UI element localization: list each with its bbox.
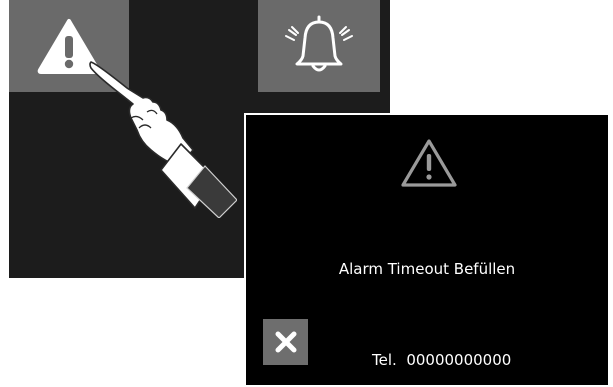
pointing-hand-icon — [89, 61, 237, 218]
ringing-bell-icon — [285, 15, 353, 72]
close-button[interactable] — [263, 319, 308, 365]
bell-tile[interactable] — [258, 0, 380, 92]
alarm-message: Alarm Timeout Befüllen — [338, 260, 516, 278]
close-x-icon — [275, 331, 296, 353]
alarm-popup: Alarm Timeout Befüllen Tel. 00000000000 — [244, 113, 610, 387]
tel-number: 00000000000 — [406, 351, 512, 369]
phone-number: Tel. 00000000000 — [372, 351, 511, 369]
warning-triangle-icon — [401, 139, 457, 187]
tel-label: Tel. — [372, 351, 397, 369]
